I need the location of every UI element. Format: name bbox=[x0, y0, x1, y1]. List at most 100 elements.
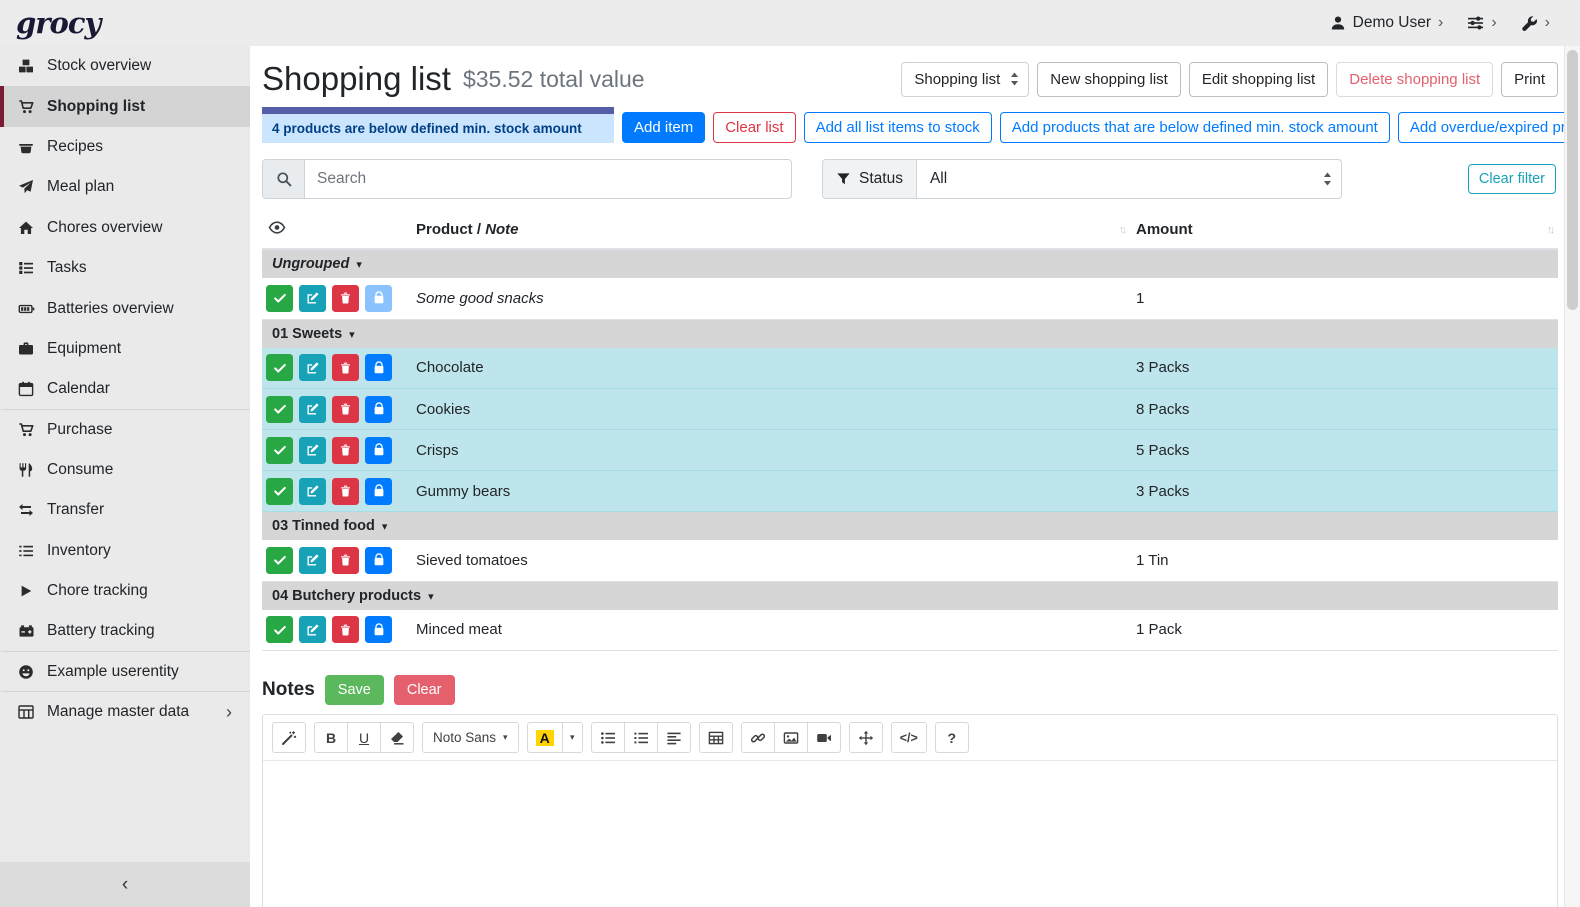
status-filter-select[interactable]: All bbox=[917, 160, 1341, 198]
add-item-button[interactable]: Add item bbox=[622, 112, 705, 143]
mark-done-button[interactable] bbox=[266, 285, 293, 312]
sidebar-item-recipes[interactable]: Recipes bbox=[0, 127, 250, 167]
insert-link-button[interactable] bbox=[741, 722, 775, 753]
add-below-min-button[interactable]: Add products that are below defined min.… bbox=[1000, 112, 1390, 143]
sidebar-item-stock-overview[interactable]: Stock overview bbox=[0, 46, 250, 86]
delete-item-button[interactable] bbox=[332, 285, 359, 312]
add-to-stock-button[interactable] bbox=[365, 354, 392, 381]
sidebar-item-inventory[interactable]: Inventory bbox=[0, 531, 250, 571]
delete-item-button[interactable] bbox=[332, 547, 359, 574]
font-family-dropdown[interactable]: Noto Sans ▾ bbox=[422, 722, 519, 753]
chevron-right-icon: › bbox=[1491, 15, 1496, 31]
product-group-row-04-butchery-products[interactable]: 04 Butchery products▾ bbox=[262, 581, 1558, 610]
highlight-color-dropdown[interactable]: ▾ bbox=[562, 722, 583, 753]
sidebar: Stock overviewShopping listRecipes Meal p… bbox=[0, 46, 250, 907]
sidebar-item-transfer[interactable]: Transfer bbox=[0, 490, 250, 530]
user-menu[interactable]: Demo User › bbox=[1330, 14, 1444, 32]
sidebar-item-tasks[interactable]: Tasks bbox=[0, 248, 250, 288]
delete-item-button[interactable] bbox=[332, 354, 359, 381]
underline-button[interactable]: U bbox=[347, 722, 381, 753]
mark-done-button[interactable] bbox=[266, 437, 293, 464]
sidebar-item-consume[interactable]: Consume bbox=[0, 450, 250, 490]
sidebar-item-purchase[interactable]: Purchase bbox=[0, 410, 250, 450]
add-to-stock-button[interactable] bbox=[365, 478, 392, 505]
delete-item-button[interactable] bbox=[332, 478, 359, 505]
delete-item-button[interactable] bbox=[332, 616, 359, 643]
edit-item-button[interactable] bbox=[299, 285, 326, 312]
sidebar-item-chore-tracking[interactable]: Chore tracking bbox=[0, 571, 250, 611]
edit-item-button[interactable] bbox=[299, 396, 326, 423]
collapse-caret-icon: ▾ bbox=[428, 591, 434, 603]
product-name: Gummy bears bbox=[410, 471, 1130, 512]
sidebar-item-batteries-overview[interactable]: Batteries overview bbox=[0, 288, 250, 328]
mark-done-button[interactable] bbox=[266, 616, 293, 643]
insert-table-button[interactable] bbox=[699, 722, 733, 753]
mark-done-button[interactable] bbox=[266, 396, 293, 423]
settings-menu[interactable]: › bbox=[1467, 15, 1496, 31]
unordered-list-button[interactable] bbox=[591, 722, 625, 753]
magic-style-button[interactable] bbox=[272, 722, 306, 753]
product-group-row-ungrouped[interactable]: Ungrouped▾ bbox=[262, 249, 1558, 278]
add-overdue-button[interactable]: Add overdue/expired products bbox=[1398, 112, 1564, 143]
product-group-row-03-tinned-food[interactable]: 03 Tinned food▾ bbox=[262, 512, 1558, 541]
delete-item-button[interactable] bbox=[332, 396, 359, 423]
add-to-stock-button[interactable] bbox=[365, 616, 392, 643]
amount-value: 1 Tin bbox=[1130, 540, 1558, 581]
sidebar-item-calendar[interactable]: Calendar bbox=[0, 369, 250, 409]
sidebar-item-example-userentity[interactable]: Example userentity bbox=[0, 652, 250, 692]
add-to-stock-button[interactable] bbox=[365, 547, 392, 574]
new-shopping-list-button[interactable]: New shopping list bbox=[1037, 62, 1181, 97]
insert-picture-button[interactable] bbox=[774, 722, 808, 753]
highlight-color-button[interactable]: A bbox=[527, 722, 563, 753]
sidebar-item-meal-plan[interactable]: Meal plan bbox=[0, 167, 250, 207]
product-group-row-01-sweets[interactable]: 01 Sweets▾ bbox=[262, 319, 1558, 348]
edit-item-button[interactable] bbox=[299, 547, 326, 574]
amount-column-header[interactable]: Amount ↑↓ bbox=[1130, 214, 1558, 249]
notes-save-button[interactable]: Save bbox=[325, 675, 384, 705]
notes-editor-content[interactable] bbox=[263, 761, 1557, 907]
sidebar-item-chores-overview[interactable]: Chores overview bbox=[0, 208, 250, 248]
toggle-done-eye-icon[interactable] bbox=[268, 220, 286, 235]
notes-clear-button[interactable]: Clear bbox=[394, 675, 455, 705]
mark-done-button[interactable] bbox=[266, 547, 293, 574]
list-icon bbox=[16, 543, 36, 559]
insert-video-button[interactable] bbox=[807, 722, 841, 753]
edit-item-button[interactable] bbox=[299, 616, 326, 643]
sidebar-item-battery-tracking[interactable]: Battery tracking bbox=[0, 611, 250, 651]
shopping-list-select[interactable]: Shopping list bbox=[901, 62, 1029, 97]
mark-done-button[interactable] bbox=[266, 354, 293, 381]
edit-shopping-list-button[interactable]: Edit shopping list bbox=[1189, 62, 1328, 97]
scrollbar-track[interactable] bbox=[1564, 0, 1580, 907]
search-icon bbox=[263, 160, 305, 198]
product-group-label: Ungrouped bbox=[272, 256, 349, 272]
add-all-to-stock-button[interactable]: Add all list items to stock bbox=[804, 112, 992, 143]
help-button[interactable]: ? bbox=[935, 722, 969, 753]
sidebar-item-shopping-list[interactable]: Shopping list bbox=[0, 86, 250, 126]
sidebar-collapse-button[interactable]: ‹ bbox=[0, 862, 250, 907]
sidebar-item-label: Meal plan bbox=[47, 178, 240, 196]
print-button[interactable]: Print bbox=[1501, 62, 1558, 97]
edit-item-button[interactable] bbox=[299, 354, 326, 381]
product-column-header[interactable]: Product / Note ↑↓ bbox=[410, 214, 1130, 249]
search-input[interactable] bbox=[305, 160, 791, 198]
clear-list-button[interactable]: Clear list bbox=[713, 112, 795, 143]
delete-item-button[interactable] bbox=[332, 437, 359, 464]
edit-item-button[interactable] bbox=[299, 437, 326, 464]
eraser-button[interactable] bbox=[380, 722, 414, 753]
admin-menu[interactable]: › bbox=[1521, 15, 1550, 32]
clear-filter-button[interactable]: Clear filter bbox=[1468, 164, 1556, 194]
fullscreen-button[interactable] bbox=[849, 722, 883, 753]
ordered-list-button[interactable] bbox=[624, 722, 658, 753]
paragraph-align-button[interactable] bbox=[657, 722, 691, 753]
add-to-stock-button[interactable] bbox=[365, 396, 392, 423]
sidebar-item-manage-master-data[interactable]: Manage master data› bbox=[0, 692, 250, 732]
bold-button[interactable]: B bbox=[314, 722, 348, 753]
edit-item-button[interactable] bbox=[299, 478, 326, 505]
code-view-button[interactable]: </> bbox=[891, 722, 927, 753]
add-to-stock-button[interactable] bbox=[365, 437, 392, 464]
delete-shopping-list-button[interactable]: Delete shopping list bbox=[1336, 62, 1493, 97]
sidebar-item-equipment[interactable]: Equipment bbox=[0, 329, 250, 369]
mark-done-button[interactable] bbox=[266, 478, 293, 505]
min-stock-alert[interactable]: 4 products are below defined min. stock … bbox=[262, 107, 614, 143]
scrollbar-thumb[interactable] bbox=[1567, 50, 1578, 310]
